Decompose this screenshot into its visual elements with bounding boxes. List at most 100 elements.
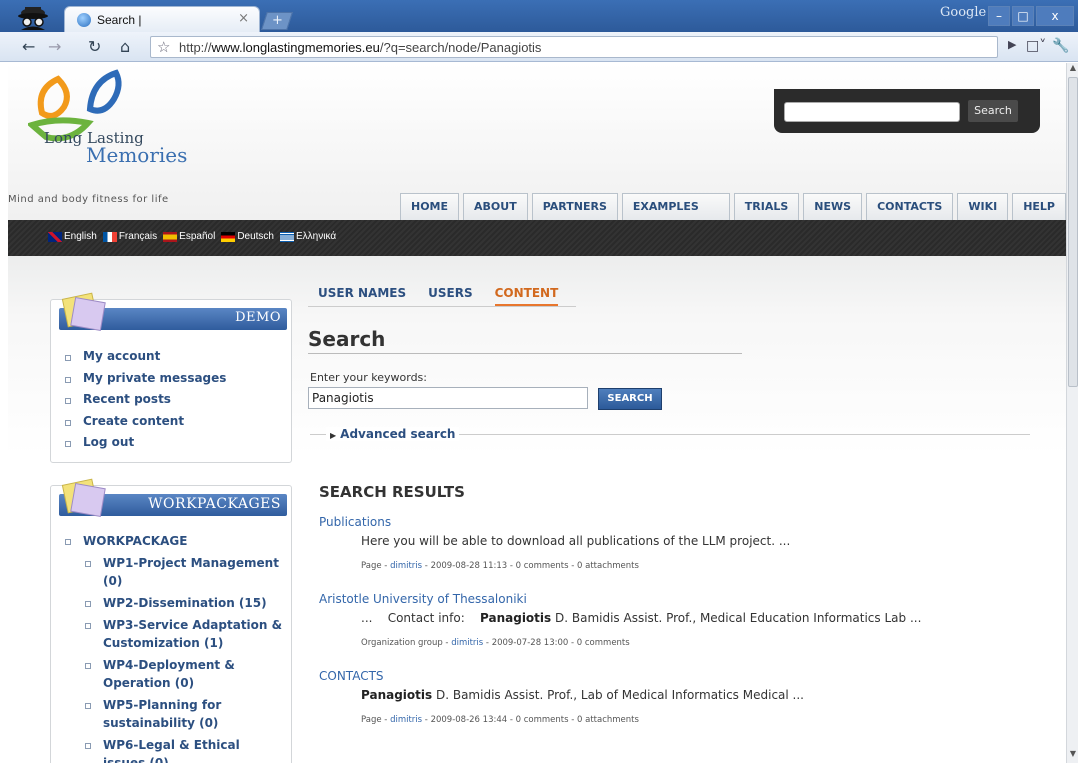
site-search-button[interactable]: Search [968,100,1018,122]
block-title: WORKPACKAGES [148,496,281,512]
address-bar[interactable]: ☆ http://www.longlastingmemories.eu/?q=s… [150,36,998,58]
france-flag-icon [102,231,117,242]
home-icon[interactable]: ⌂ [120,38,130,56]
star-icon[interactable]: ☆ [157,38,170,56]
maximize-button[interactable]: □ [1012,6,1034,26]
author-link[interactable]: dimitris [390,715,422,725]
menu-item-workpackage[interactable]: WORKPACKAGE [61,532,285,550]
menu-item-wp2[interactable]: WP2-Dissemination (15) [81,594,285,612]
site-tagline: Mind and body fitness for life [8,194,169,205]
advanced-search-toggle[interactable]: ▶ Advanced search [326,427,460,441]
greece-flag-icon [280,231,294,242]
result-title-link[interactable]: CONTACTS [319,669,804,683]
menu-item-private-messages[interactable]: My private messages [61,368,226,390]
scroll-thumb[interactable] [1068,77,1078,387]
workpackages-block: WORKPACKAGES WORKPACKAGE WP1-Project Man… [50,478,292,763]
wrench-icon[interactable]: 🔧 [1052,38,1069,54]
papers-icon [61,292,106,331]
divider [308,306,576,307]
page-title: Search [308,327,386,351]
forward-icon[interactable]: → [48,38,61,56]
lang-german[interactable]: Deutsch [221,231,274,242]
menu-item-wp1[interactable]: WP1-Project Management (0) [81,554,285,590]
result-title-link[interactable]: Publications [319,515,790,529]
search-button[interactable]: SEARCH [598,388,662,410]
lang-french[interactable]: Français [102,231,157,242]
search-result: Aristotle University of Thessaloniki ...… [319,592,921,648]
menu-item-wp3[interactable]: WP3-Service Adaptation & Customization (… [81,616,285,652]
tab-close-icon[interactable]: × [238,11,249,26]
demo-menu: My account My private messages Recent po… [61,346,226,454]
menu-item-wp5[interactable]: WP5-Planning for sustainability (0) [81,696,285,732]
author-link[interactable]: dimitris [390,561,422,571]
page-icon[interactable]: □˅ [1026,38,1046,54]
menu-item-log-out[interactable]: Log out [61,432,226,454]
result-title-link[interactable]: Aristotle University of Thessaloniki [319,592,921,606]
divider [308,353,742,354]
plus-icon: + [271,13,283,28]
play-icon[interactable]: ▶ [1008,38,1016,51]
results-heading: SEARCH RESULTS [319,483,465,501]
vertical-scrollbar[interactable]: ▲ ▼ [1066,63,1078,763]
uk-flag-icon [48,231,62,242]
incognito-icon [18,7,48,30]
menu-item-recent-posts[interactable]: Recent posts [61,389,226,411]
scroll-up-icon[interactable]: ▲ [1067,63,1078,75]
back-icon[interactable]: ← [22,38,35,56]
menu-item-wp6[interactable]: WP6-Legal & Ethical issues (0) [81,736,285,763]
menu-item-wp4[interactable]: WP4-Deployment & Operation (0) [81,656,285,692]
url-text: http://www.longlastingmemories.eu/?q=sea… [179,40,542,55]
keywords-input[interactable]: Panagiotis [308,387,588,409]
browser-titlebar: Search | × + Google – □ x [0,0,1078,32]
reload-icon[interactable]: ↻ [88,38,101,56]
site-header: Long Lasting Memories Mind and body fitn… [8,63,1066,239]
main-navigation: HOME ABOUT PARTNERS EXAMPLES OF USE TRIA… [400,193,1066,239]
lang-greek[interactable]: Ελληνικά [280,231,336,242]
result-meta: Page - dimitris - 2009-08-26 13:44 - 0 c… [361,715,639,725]
search-result: Publications Here you will be able to do… [319,515,790,571]
new-tab-button[interactable]: + [261,12,293,30]
demo-block: DEMO My account My private messages Rece… [50,292,292,463]
search-result: CONTACTS Panagiotis D. Bamidis Assist. P… [319,669,804,725]
nav-news[interactable]: NEWS [803,193,863,220]
web-page: Long Lasting Memories Mind and body fitn… [8,63,1066,763]
workpackage-menu: WORKPACKAGE WP1-Project Management (0) W… [61,532,285,763]
tab-title: Search | [97,13,142,27]
germany-flag-icon [221,231,236,242]
site-search-panel: Search [774,89,1040,133]
author-link[interactable]: dimitris [451,638,483,648]
nav-trials[interactable]: TRIALS [733,193,800,220]
menu-item-my-account[interactable]: My account [61,346,226,368]
nav-about[interactable]: ABOUT [463,193,528,220]
lang-english[interactable]: English [48,231,97,242]
result-snippet: ... Contact info: Panagiotis D. Bamidis … [361,611,922,625]
globe-icon [77,13,91,27]
site-search-input[interactable] [784,102,960,122]
scroll-down-icon[interactable]: ▼ [1067,749,1078,761]
nav-examples-of-use[interactable]: EXAMPLES OF USE [621,193,730,239]
minimize-button[interactable]: – [988,6,1010,26]
tab-users[interactable]: USERS [428,286,472,307]
nav-partners[interactable]: PARTNERS [531,193,618,220]
keywords-label: Enter your keywords: [310,371,427,384]
spain-flag-icon [163,231,178,242]
language-bar: English Français Español Deutsch Ελληνικ… [8,220,1066,256]
nav-help[interactable]: HELP [1012,193,1066,220]
search-subtabs: USER NAMES USERS CONTENT [318,286,559,307]
menu-item-create-content[interactable]: Create content [61,411,226,433]
result-snippet: Panagiotis D. Bamidis Assist. Prof., Lab… [361,688,804,702]
browser-tab[interactable]: Search | × [64,6,260,32]
block-title: DEMO [235,310,281,325]
nav-contacts[interactable]: CONTACTS [866,193,954,220]
close-button[interactable]: x [1036,6,1074,26]
result-meta: Organization group - dimitris - 2009-07-… [361,638,630,648]
browser-toolbar: ← → ↻ ⌂ ☆ http://www.longlastingmemories… [0,32,1078,62]
triangle-right-icon: ▶ [330,431,337,440]
tab-user-names[interactable]: USER NAMES [318,286,406,307]
tab-content[interactable]: CONTENT [494,286,559,307]
nav-home[interactable]: HOME [400,193,460,220]
profile-label: Google [940,5,987,20]
nav-wiki[interactable]: WIKI [957,193,1009,220]
result-meta: Page - dimitris - 2009-08-28 11:13 - 0 c… [361,561,639,571]
lang-spanish[interactable]: Español [163,231,215,242]
